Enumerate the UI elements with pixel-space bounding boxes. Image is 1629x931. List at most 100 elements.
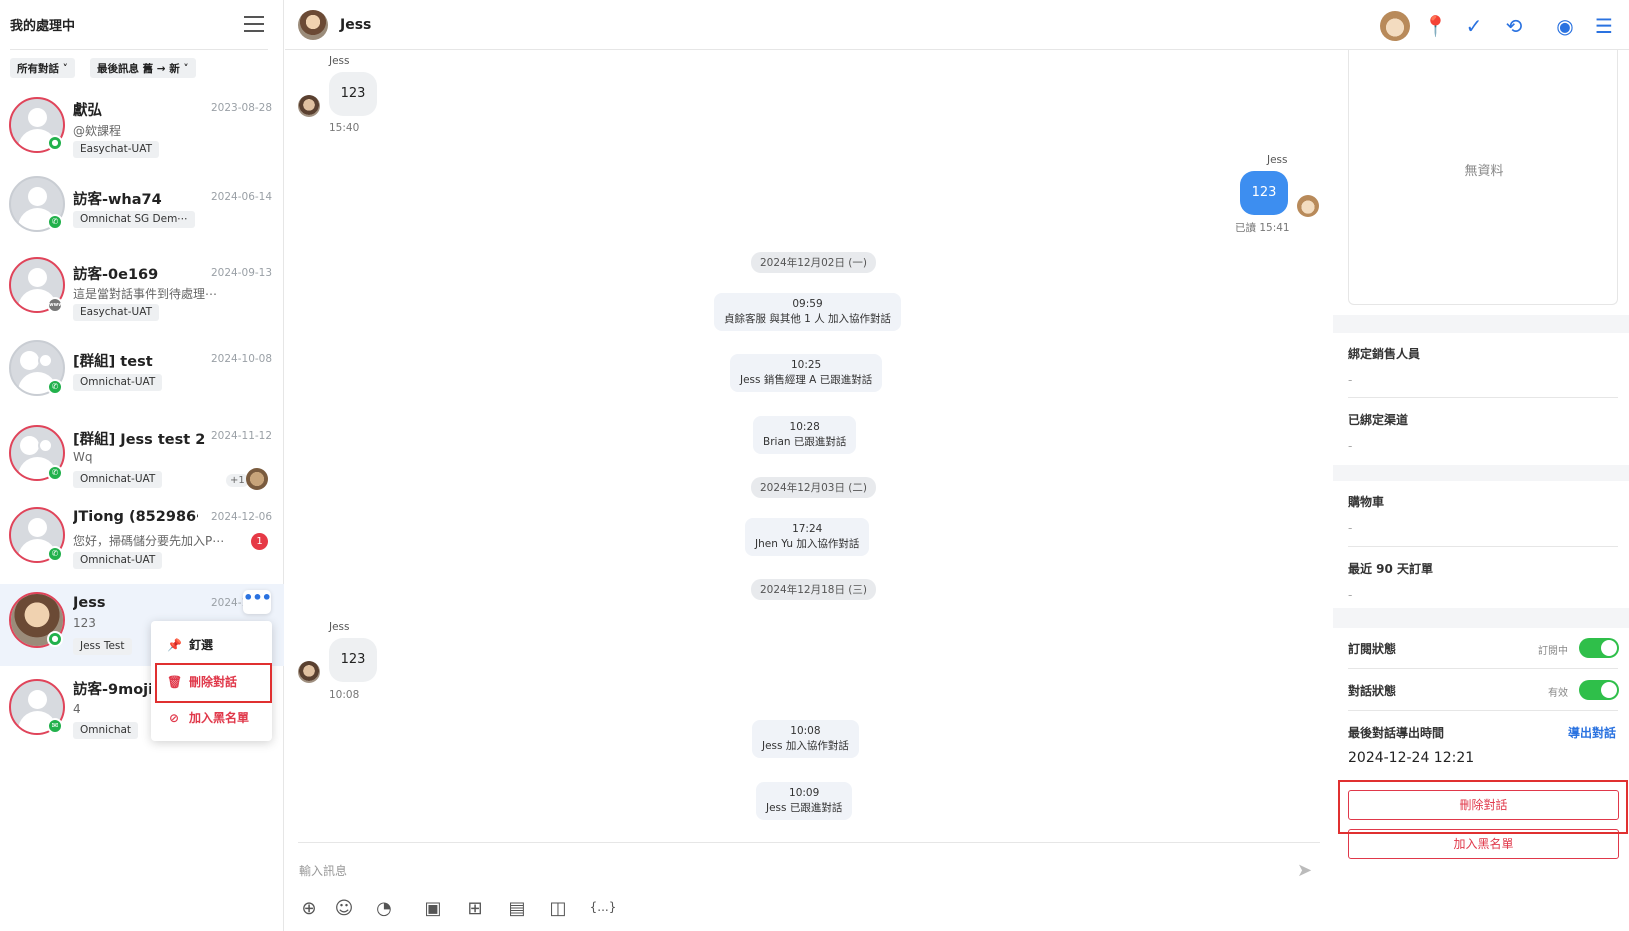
bound-sales-value: - [1348,373,1353,387]
cart-value: - [1348,521,1353,535]
line-channel-icon: ● [47,631,63,647]
conversation-item[interactable]: ● 獻弘 2023-08-28 @欸課程 Easychat-UAT [0,92,284,164]
eye-icon[interactable]: ◉ [1553,14,1577,38]
conversation-item[interactable]: ✆ JTiong (852986⋯ 2024-12-06 您好，掃碼儲分要先加入… [0,504,284,576]
system-message: 10:25 Jess 銷售經理 A 已跟進對話 [730,354,883,392]
last-export-time: 2024-12-24 12:21 [1348,750,1475,766]
sales-info-card: 綁定銷售人員 - 已綁定渠道 - 購物車 - 最近 90 天訂單 - [1333,333,1629,608]
info-card: 無資料 [1333,50,1629,315]
conversation-name: 訪客-9moji [73,682,151,698]
agent-avatar[interactable] [1380,11,1410,41]
conversation-date: 2024-10-08 [211,353,273,365]
recent-orders-value: - [1348,588,1353,602]
message-input[interactable]: 輸入訊息 [299,862,347,879]
conversation-preview: 您好，掃碼儲分要先加入P⋯ [73,534,225,548]
sticker-icon[interactable]: ◔ [372,898,396,919]
empty-box: 無資料 [1348,50,1618,305]
export-conversation-link[interactable]: 導出對話 [1568,724,1616,741]
menu-item-label: 加入黑名單 [189,711,250,725]
conversation-preview: @欸課程 [73,124,122,138]
system-message: 10:09 Jess 已跟進對話 [756,782,853,820]
divider [10,49,268,50]
add-icon[interactable]: ⊕ [297,898,321,919]
highlight-box [155,663,272,703]
check-icon[interactable]: ✓ [1462,14,1486,38]
section-gap [1333,465,1629,481]
conversation-item[interactable]: www 訪客-0e169 2024-09-13 這是當對話事件到待處理⋯ Eas… [0,252,284,324]
system-message: 10:08 Jess 加入協作對話 [752,720,859,758]
highlight-box [1338,780,1628,834]
wechat-channel-icon: ✉ [47,718,63,734]
system-message: 17:24 Jhen Yu 加入協作對話 [745,518,870,556]
whatsapp-channel-icon: ✆ [47,546,63,562]
book-icon[interactable]: ▤ [505,898,529,919]
menu-item-label: 釘選 [189,638,214,652]
more-options-button[interactable]: ••• [243,590,272,614]
bound-channel-label: 已綁定渠道 [1348,413,1409,427]
whatsapp-channel-icon: ✆ [47,214,63,230]
date-separator: 2024年12月02日 (一) [751,252,876,273]
date-separator: 2024年12月18日 (三) [751,579,876,600]
pin-icon: 📌 [167,638,182,652]
unread-badge: 1 [251,533,268,550]
menu-item-blacklist[interactable]: ⊘ 加入黑名單 [167,709,249,726]
menu-item-pin[interactable]: 📌 釘選 [167,636,213,653]
message-bubble: 123 [1240,171,1288,215]
conversation-item[interactable]: ✆ [群組] Jess test 2 2024-11-12 Wq Omnicha… [0,422,284,494]
subscription-toggle[interactable] [1579,638,1619,658]
filter-sort-order[interactable]: 最後訊息 舊 → 新 ˅ [90,58,196,78]
block-icon: ⊘ [168,711,180,725]
last-export-label: 最後對話導出時間 [1348,726,1445,740]
sender-name: Jess [329,621,350,633]
emoji-icon[interactable]: ☺ [332,898,356,919]
message-list: Jess 123 15:40 Jess 123 已讀 15:41 2024年12… [285,50,1333,840]
settings-sliders-icon[interactable]: ☰ [1592,14,1616,38]
conversation-status-label: 對話狀態 [1348,684,1397,698]
contact-avatar [298,95,320,117]
conversation-preview: 123 [73,616,96,630]
message-time: 10:08 [329,689,360,701]
filter-all-conversations[interactable]: 所有對話 ˅ [10,58,75,78]
conversation-status-toggle[interactable] [1579,680,1619,700]
conversation-name: JTiong (852986⋯ [73,509,198,525]
history-icon[interactable]: ⟲ [1502,14,1526,38]
conversation-date: 2023-08-28 [211,102,273,114]
system-message: 10:28 Brian 已跟進對話 [753,416,857,454]
template-icon[interactable]: ▣ [421,898,445,919]
product-icon[interactable]: ⊞ [463,898,487,919]
divider [1348,668,1618,669]
message-time: 15:40 [329,122,360,134]
contact-avatar [298,661,320,683]
conversation-list-panel: 我的處理中 所有對話 ˅ 最後訊息 舊 → 新 ˅ ● 獻弘 2023-08-2… [0,0,284,931]
channel-tag: Omnichat-UAT [73,552,163,569]
channel-tag: Omnichat SG Dem⋯ [73,211,195,228]
channel-tag: Omnichat [73,722,139,739]
sender-name: Jess [1267,154,1288,166]
variable-button[interactable]: {...} [588,900,618,914]
no-data-text: 無資料 [1464,164,1504,179]
conversation-item[interactable]: ✆ [群組] test 2024-10-08 Omnichat-UAT [0,340,284,406]
divider [1348,397,1618,398]
web-channel-icon: www [47,297,63,313]
conversation-preview: 這是當對話事件到待處理⋯ [73,287,218,301]
line-channel-icon: ● [47,135,63,151]
divider [298,842,1320,843]
conversation-item[interactable]: ✆ 訪客-wha74 2024-06-14 Omnichat SG Dem⋯ [0,172,284,242]
bound-sales-label: 綁定銷售人員 [1348,347,1421,361]
conversation-date: 2024-06-14 [211,191,273,203]
shopping-bag-icon[interactable]: ◫ [546,898,570,919]
pin-icon[interactable]: 📍 [1423,14,1448,38]
bound-channel-value: - [1348,439,1353,453]
channel-tag: Jess Test [73,638,132,655]
conversation-date: 2024-11-12 [211,430,273,442]
subscription-status-label: 訂閱狀態 [1348,642,1397,656]
menu-icon[interactable] [244,16,264,32]
date-separator: 2024年12月03日 (二) [751,477,876,498]
send-icon[interactable]: ➤ [1297,860,1312,881]
conversation-name: 獻弘 [73,103,102,119]
message-read-time: 已讀 15:41 [1235,222,1290,234]
message-bubble: 123 [329,638,377,682]
conversation-name: Jess [73,595,106,611]
channel-tag: Easychat-UAT [73,304,159,321]
contact-avatar [298,10,328,40]
